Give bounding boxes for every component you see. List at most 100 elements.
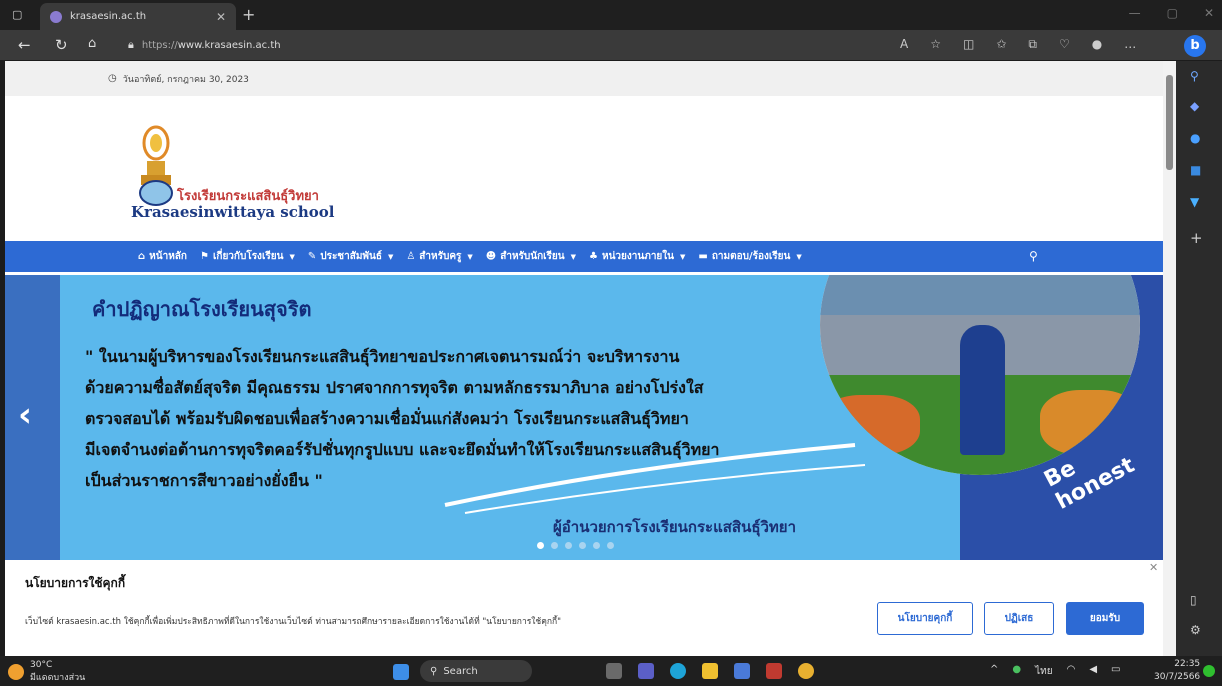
cookie-policy-button[interactable]: นโยบายคุกกี้ [877,602,973,635]
decorative-swoosh [444,443,866,514]
browser-tab[interactable]: krasaesin.ac.th ✕ [40,3,236,30]
collections-icon[interactable]: ⧉ [1028,37,1037,52]
cookie-banner: นโยบายการใช้คุกกี้ เว็บไซต์ krasaesin.ac… [5,561,1163,656]
system-tray: ^ ● ไทย ◠ ◀ ▭ [990,664,1121,679]
taskbar-search-label: Search [443,665,478,677]
search-icon[interactable]: ⚲ [1029,249,1038,263]
restore-icon[interactable]: ▢ [1167,6,1178,20]
caret-down-icon: ▼ [387,252,394,261]
slide-signature: ผู้อำนวยการโรงเรียนกระแสสินธุ์วิทยา [553,518,797,536]
sidebar-outlook-icon[interactable]: ■ [1190,163,1201,177]
sidebar-send-icon[interactable]: ▼ [1190,195,1199,209]
bing-copilot-icon[interactable]: b [1184,35,1206,57]
close-cookie-icon[interactable]: ✕ [1149,561,1158,574]
chrome-icon[interactable] [798,663,814,679]
sidebar-panel-icon[interactable]: ▯ [1190,593,1197,607]
menu-departments[interactable]: ♣ หน่วยงานภายใน ▼ [589,249,685,264]
scrollbar-thumb[interactable] [1166,75,1173,170]
split-screen-icon[interactable]: ◫ [963,37,974,52]
reject-button[interactable]: ปฏิเสธ [984,602,1054,635]
office-icon[interactable] [766,663,782,679]
slide-dot[interactable] [551,542,558,549]
battery-icon[interactable]: ▭ [1111,664,1120,679]
address-field[interactable]: 🔒︎ https:// www.krasaesin.ac.th [128,34,958,56]
menu-label: ถามตอบ/ร้องเรียน [711,251,791,262]
caret-down-icon: ▼ [467,252,473,261]
taskbar-search[interactable]: ⚲ Search [420,660,532,682]
task-view-icon[interactable] [606,663,622,679]
tray-chevron-icon[interactable]: ^ [990,664,998,679]
prev-slide-icon[interactable]: ‹ [18,395,32,435]
menu-label: หน่วยงานภายใน [601,251,675,262]
more-menu-icon[interactable]: … [1124,37,1136,52]
clock-icon: ◷ [108,73,117,84]
menu-contact[interactable]: ▬ ถามตอบ/ร้องเรียน ▼ [698,249,801,264]
favorite-star-icon[interactable]: ☆ [930,37,941,52]
address-toolbar: ← ↻ ⌂ 🔒︎ https:// www.krasaesin.ac.th A … [0,30,1222,60]
weather-widget[interactable]: 30°C มีแดดบางส่วน [8,660,85,684]
teams-icon[interactable] [638,663,654,679]
accept-button[interactable]: ยอมรับ [1066,602,1144,635]
student-icon: ☻ [485,251,497,262]
slide-dot[interactable] [565,542,572,549]
sidebar-settings-icon[interactable]: ⚙ [1190,623,1201,637]
slide-dot[interactable] [537,542,544,549]
wifi-icon[interactable]: ◠ [1067,664,1076,679]
date-bar: ◷ วันอาทิตย์, กรกฎาคม 30, 2023 [5,61,1163,96]
weather-text: มีแดดบางส่วน [30,673,86,683]
menu-news[interactable]: ✎ ประชาสัมพันธ์ ▼ [308,249,394,264]
sidebar-shopping-icon[interactable]: ◆ [1190,99,1199,113]
notification-icon[interactable] [1203,665,1215,677]
home-icon: ⌂ [138,251,146,262]
logo-english-name: Krasaesinwittaya school [131,203,335,221]
toolbar-icons: A ☆ ◫ ✩ ⧉ ♡ ● … [900,37,1136,52]
slider-left-strip [5,275,60,560]
volume-icon[interactable]: ◀ [1089,664,1097,679]
favorites-icon[interactable]: ✩ [996,37,1006,52]
menu-label: สำหรับครู [419,251,462,262]
start-icon[interactable] [393,664,409,680]
browser-tabbar: ▢ krasaesin.ac.th ✕ + — ▢ ✕ [0,0,1222,30]
flag-icon: ⚑ [200,251,209,262]
page-scrollbar[interactable] [1163,61,1176,656]
school-logo[interactable]: โรงเรียนกระแสสินธุ์วิทยา Krasaesinwittay… [125,113,365,223]
taskbar-clock[interactable]: 22:35 30/7/2566 [1154,658,1200,684]
clock-date: 30/7/2566 [1154,672,1201,682]
file-explorer-icon[interactable] [702,663,718,679]
web-page: ◷ วันอาทิตย์, กรกฎาคม 30, 2023 โรงเรียนก… [5,61,1163,656]
slide-indicators [537,542,614,549]
main-menu: ⌂ หน้าหลัก ⚑ เกี่ยวกับโรงเรียน ▼ ✎ ประชาสัมพ… [5,241,1163,272]
minimize-icon[interactable]: — [1129,6,1141,20]
cookie-text: เว็บไซต์ krasaesin.ac.th ใช้คุกกี้เพื่อเ… [25,617,562,627]
language-indicator[interactable]: ไทย [1035,664,1052,679]
store-icon[interactable] [734,663,750,679]
megaphone-icon: ✎ [307,251,317,262]
menu-teachers[interactable]: ♙ สำหรับครู ▼ [406,249,472,264]
slide-dot[interactable] [579,542,586,549]
slide-dot[interactable] [607,542,614,549]
refresh-icon[interactable]: ↻ [55,36,68,54]
windows-taskbar: 30°C มีแดดบางส่วน ⚲ Search ^ ● ไทย ◠ ◀ ▭… [0,656,1222,686]
edge-sidebar: ⚲ ◆ ● ■ ▼ + ▯ ⚙ [1176,61,1222,656]
menu-students[interactable]: ☻ สำหรับนักเรียน ▼ [486,249,576,264]
sidebar-tools-icon[interactable]: ● [1190,131,1200,145]
sync-icon[interactable]: ● [1012,664,1021,679]
quote-line: " ในนามผู้บริหารของโรงเรียนกระแสสินธุ์วิ… [85,347,680,366]
sidebar-search-icon[interactable]: ⚲ [1190,69,1199,83]
performance-icon[interactable]: ♡ [1059,37,1070,52]
home-button-icon[interactable]: ⌂ [88,36,96,51]
menu-home[interactable]: ⌂ หน้าหลัก [138,249,187,264]
window-controls: — ▢ ✕ [1129,6,1214,20]
new-tab-icon[interactable]: + [242,5,255,24]
profile-avatar-icon[interactable]: ● [1092,37,1102,52]
read-aloud-icon[interactable]: A [900,37,908,52]
back-icon[interactable]: ← [18,36,31,54]
menu-about[interactable]: ⚑ เกี่ยวกับโรงเรียน ▼ [200,249,295,264]
slide-dot[interactable] [593,542,600,549]
tab-actions-icon[interactable]: ▢ [12,8,22,21]
edge-icon[interactable] [670,663,686,679]
close-window-icon[interactable]: ✕ [1204,6,1214,20]
close-tab-icon[interactable]: ✕ [216,10,226,24]
caret-down-icon: ▼ [796,252,802,261]
sidebar-add-icon[interactable]: + [1190,229,1203,247]
